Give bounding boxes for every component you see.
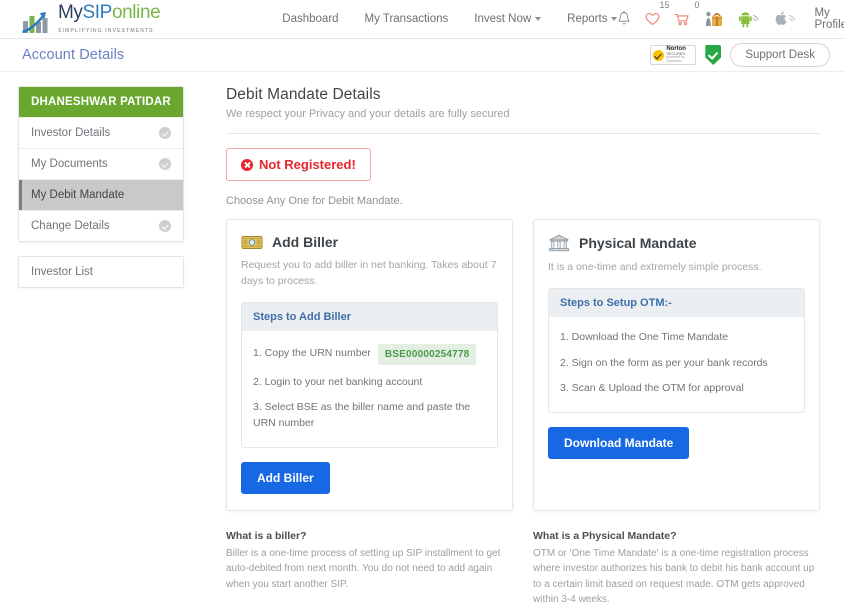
sidebar-item-change-details[interactable]: Change Details — [19, 210, 183, 241]
card-add-biller-header: Add Biller — [241, 234, 498, 250]
logo-word-my: My — [58, 1, 83, 23]
support-desk-button[interactable]: Support Desk — [730, 43, 830, 67]
logo-wordmark: MySIPonline SIMPLIFYING INVESTMENTS — [58, 1, 161, 35]
choose-instruction: Choose Any One for Debit Mandate. — [226, 195, 403, 207]
add-biller-step-1: 1. Copy the URN number BSE00000254778 — [253, 339, 486, 370]
sidebar-label-change-details: Change Details — [31, 220, 110, 232]
add-biller-button[interactable]: Add Biller — [241, 461, 330, 494]
note-what-is-a-physical-mandate: What is a Physical Mandate? OTM or 'One … — [533, 530, 820, 608]
otm-steps-title: Steps to Setup OTM:- — [549, 288, 804, 317]
sidebar-label-my-documents: My Documents — [31, 158, 108, 170]
note-physical-heading: What is a Physical Mandate? — [533, 529, 677, 542]
otm-step-1: 1. Download the One Time Mandate — [560, 330, 729, 343]
check-circle-icon — [159, 220, 171, 232]
sidebar-item-my-debit-mandate[interactable]: My Debit Mandate — [19, 179, 183, 210]
page-header: Account Details Norton SECURED powered b… — [0, 39, 844, 72]
sidebar: DHANESHWAR PATIDAR Investor Details My D… — [18, 86, 184, 608]
cart-icon[interactable]: 0 — [674, 1, 699, 26]
status-badge-not-registered: Not Registered! — [226, 148, 371, 181]
secure-shield-icon — [705, 45, 722, 65]
main-content: Debit Mandate Details We respect your Pr… — [184, 86, 828, 608]
cash-money-icon — [241, 234, 263, 250]
profile-menu[interactable]: My Profile — [814, 7, 844, 31]
page-body: DHANESHWAR PATIDAR Investor Details My D… — [0, 72, 844, 608]
card-add-biller-description: Request you to add biller in net banking… — [241, 259, 497, 287]
add-biller-steps-list: 1. Copy the URN number BSE00000254778 2.… — [242, 330, 497, 447]
investor-list-card: Investor List — [18, 256, 184, 288]
main-nav: Dashboard My Transactions Invest Now Rep… — [282, 13, 618, 25]
otm-steps-box: Steps to Setup OTM:- 1. Download the One… — [548, 287, 805, 413]
alert-label: Not Registered! — [259, 157, 356, 172]
norton-secured-badge-icon: Norton SECURED powered by Symantec — [650, 45, 697, 65]
nav-item-my-transactions[interactable]: My Transactions — [365, 13, 449, 25]
sidebar-item-investor-details[interactable]: Investor Details — [19, 117, 183, 148]
logo-tagline: SIMPLIFYING INVESTMENTS — [58, 27, 154, 34]
logo-word-online: online — [111, 1, 161, 23]
nav-label-invest-now: Invest Now — [474, 13, 532, 25]
page-header-actions: Norton SECURED powered by Symantec Suppo… — [650, 43, 830, 67]
divider — [226, 133, 820, 134]
check-circle-icon — [159, 158, 171, 170]
investor-menu-card: DHANESHWAR PATIDAR Investor Details My D… — [18, 86, 184, 242]
page-title: Account Details — [22, 47, 125, 63]
nav-item-reports[interactable]: Reports — [567, 13, 618, 25]
nav-label-reports: Reports — [567, 13, 608, 25]
sidebar-item-my-documents[interactable]: My Documents — [19, 148, 183, 179]
refer-gift-icon[interactable] — [704, 10, 724, 28]
otm-step-2: 2. Sign on the form as per your bank rec… — [560, 356, 768, 369]
add-biller-steps-title: Steps to Add Biller — [242, 302, 497, 331]
sidebar-label-investor-list: Investor List — [31, 266, 93, 278]
card-physical-mandate-header: Physical Mandate — [548, 234, 805, 252]
add-biller-steps-box: Steps to Add Biller 1. Copy the URN numb… — [241, 301, 498, 448]
add-biller-step-2: 2. Login to your net banking account — [253, 375, 423, 388]
download-mandate-button[interactable]: Download Mandate — [548, 427, 690, 459]
apple-app-icon[interactable] — [774, 10, 796, 28]
bar-chart-arrow-logo-icon — [22, 9, 54, 35]
otm-step-3: 3. Scan & Upload the OTM for approval — [560, 382, 744, 395]
nav-label-my-transactions: My Transactions — [364, 13, 449, 25]
error-circle-icon — [241, 158, 253, 171]
sidebar-label-my-debit-mandate: My Debit Mandate — [31, 189, 125, 201]
nav-item-invest-now[interactable]: Invest Now — [474, 13, 542, 25]
norton-badge-footer: powered by Symantec — [666, 55, 685, 64]
site-logo[interactable]: MySIPonline SIMPLIFYING INVESTMENTS — [22, 1, 161, 35]
investor-name-header: DHANESHWAR PATIDAR — [19, 87, 183, 117]
nav-item-dashboard[interactable]: Dashboard — [282, 13, 338, 25]
note-biller-heading: What is a biller? — [226, 529, 307, 542]
norton-check-icon — [653, 49, 665, 61]
add-biller-step-3: 3. Select BSE as the biller name and pas… — [253, 401, 471, 429]
logo-word-sip: SIP — [82, 1, 113, 23]
add-biller-step-1-text: 1. Copy the URN number — [253, 347, 371, 360]
urn-number-value[interactable]: BSE00000254778 — [377, 343, 477, 365]
android-app-icon[interactable] — [738, 10, 760, 28]
sidebar-label-investor-details: Investor Details — [31, 127, 111, 139]
card-physical-mandate: Physical Mandate It is a one-time and ex… — [533, 219, 820, 511]
card-physical-mandate-title: Physical Mandate — [579, 235, 697, 251]
profile-label: My Profile — [814, 7, 844, 31]
sidebar-item-investor-list[interactable]: Investor List — [19, 257, 183, 287]
check-circle-icon — [159, 127, 171, 139]
note-biller-text: Biller is a one-time process of setting … — [226, 547, 501, 590]
mandate-options: Add Biller Request you to add biller in … — [226, 219, 820, 511]
note-physical-text: OTM or 'One Time Mandate' is a one-time … — [533, 547, 815, 606]
chevron-down-icon — [535, 17, 542, 21]
card-add-biller-title: Add Biller — [272, 234, 339, 250]
nav-utility-icons: 15 0 My Profile — [617, 1, 844, 31]
otm-steps-list: 1. Download the One Time Mandate 2. Sign… — [549, 316, 804, 412]
bank-building-icon — [548, 234, 570, 252]
top-navigation-bar: MySIPonline SIMPLIFYING INVESTMENTS Dash… — [0, 0, 844, 39]
wishlist-heart-icon[interactable]: 15 — [645, 1, 669, 26]
nav-label-dashboard: Dashboard — [282, 13, 339, 25]
card-physical-mandate-description: It is a one-time and extremely simple pr… — [548, 261, 762, 273]
card-add-biller: Add Biller Request you to add biller in … — [226, 219, 513, 511]
notification-bell-icon[interactable] — [617, 11, 631, 27]
main-title: Debit Mandate Details — [226, 86, 381, 103]
main-subtitle: We respect your Privacy and your details… — [226, 108, 510, 120]
explanatory-notes: What is a biller? Biller is a one-time p… — [226, 530, 820, 608]
note-what-is-a-biller: What is a biller? Biller is a one-time p… — [226, 530, 513, 608]
